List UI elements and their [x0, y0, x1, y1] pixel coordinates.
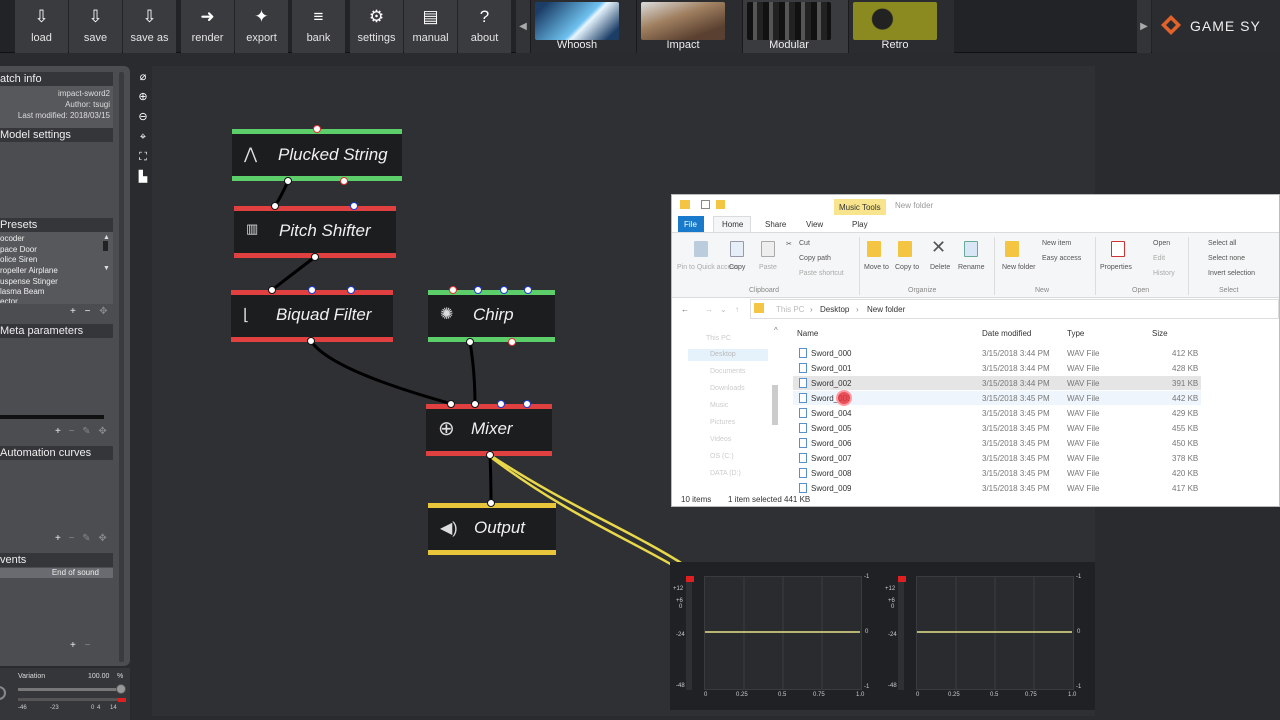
click-indicator	[836, 390, 852, 406]
app-root: ⇩ load ⇩ save ⇩ save as ➜ render ✦ expor…	[0, 0, 1280, 720]
meter-grids	[705, 577, 1072, 690]
